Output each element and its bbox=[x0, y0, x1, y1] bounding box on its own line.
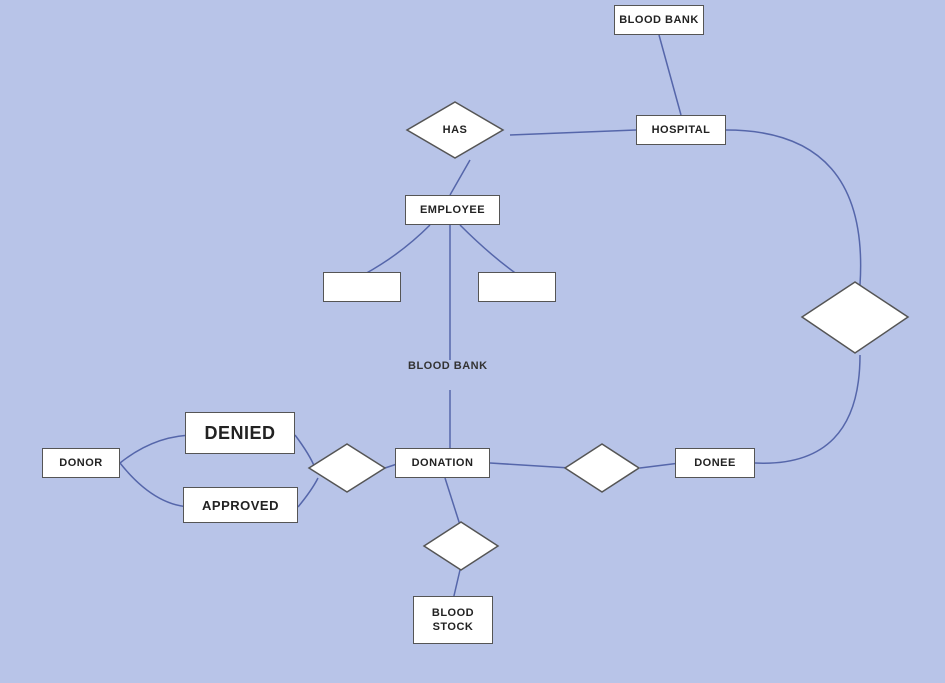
blood-bank-top-box: BLOOD BANK bbox=[614, 5, 704, 35]
left-diamond bbox=[307, 442, 387, 494]
donation-box: DONATION bbox=[395, 448, 490, 478]
denied-box: DENIED bbox=[185, 412, 295, 454]
employee-box: EMPLOYEE bbox=[405, 195, 500, 225]
blood-bank-mid-label: BLOOD BANK bbox=[408, 360, 488, 372]
big-diamond bbox=[800, 280, 910, 355]
right-diamond bbox=[563, 442, 641, 494]
attr1-box bbox=[323, 272, 401, 302]
hospital-box: HOSPITAL bbox=[636, 115, 726, 145]
bottom-diamond bbox=[422, 520, 500, 572]
attr2-box bbox=[478, 272, 556, 302]
has-diamond: HAS bbox=[405, 100, 505, 160]
blood-stock-box: BLOOD STOCK bbox=[413, 596, 493, 644]
er-diagram: BLOOD BANK HOSPITAL HAS EMPLOYEE BLOOD B… bbox=[0, 0, 945, 683]
donee-box: DONEE bbox=[675, 448, 755, 478]
approved-box: APPROVED bbox=[183, 487, 298, 523]
donor-box: DONOR bbox=[42, 448, 120, 478]
